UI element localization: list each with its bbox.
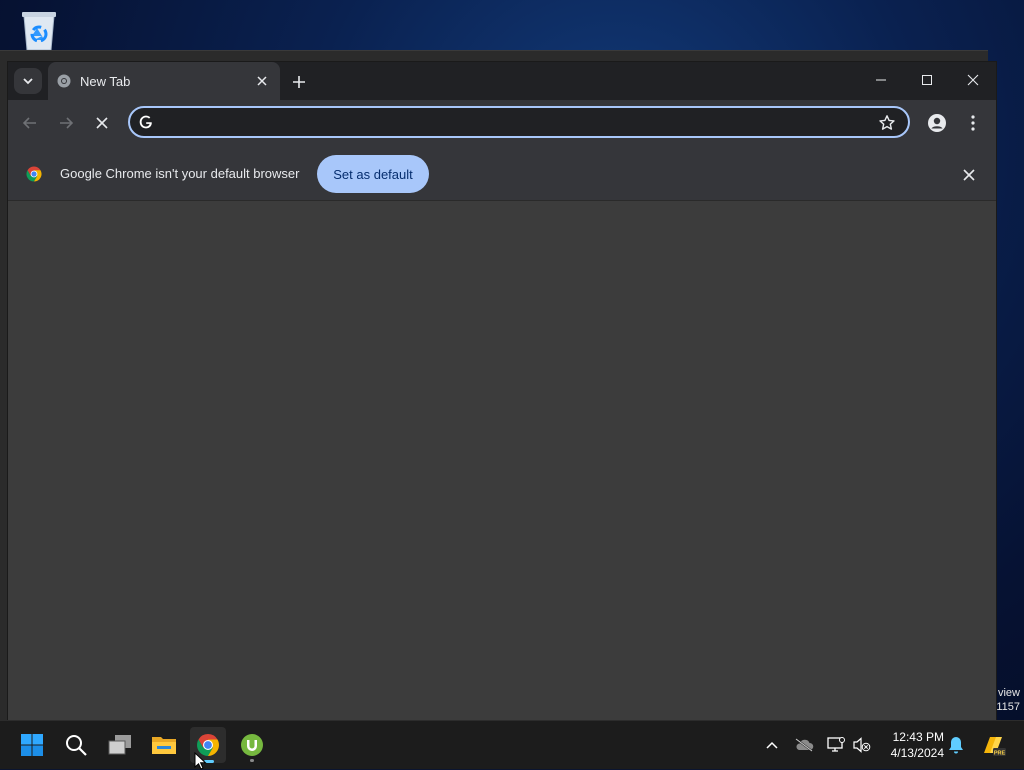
tab-new-tab[interactable]: New Tab <box>48 62 280 100</box>
mouse-cursor-icon <box>194 752 207 770</box>
show-hidden-icons-button[interactable] <box>762 735 782 755</box>
kebab-menu-icon <box>971 115 975 131</box>
stop-loading-button[interactable] <box>90 111 114 135</box>
running-indicator <box>250 759 254 762</box>
search-icon <box>66 735 87 756</box>
start-button[interactable] <box>14 727 50 763</box>
recycle-bin-icon[interactable] <box>18 6 60 52</box>
clock-time: 12:43 PM <box>892 730 944 744</box>
profile-avatar-icon <box>928 114 946 132</box>
copilot-preview-button[interactable]: PRE <box>980 735 1006 756</box>
chrome-logo-icon <box>26 166 42 182</box>
default-browser-infobar: Google Chrome isn't your default browser… <box>8 146 996 201</box>
clock[interactable]: 12:43 PM 4/13/2024 <box>872 729 944 761</box>
start-icon <box>21 734 43 756</box>
toolbar <box>8 100 996 146</box>
utorrent-taskbar-button[interactable] <box>234 727 270 763</box>
title-bar: New Tab <box>8 62 996 100</box>
plus-icon <box>293 76 305 88</box>
bookmark-star-icon[interactable] <box>878 114 896 132</box>
onedrive-tray-button[interactable] <box>794 735 814 755</box>
desktop-watermark: view 1157 <box>996 687 1020 713</box>
file-explorer-icon <box>152 737 176 754</box>
minimize-button[interactable] <box>858 62 904 98</box>
copilot-icon: PRE <box>984 737 1006 756</box>
forward-button[interactable] <box>54 111 78 135</box>
search-button[interactable] <box>58 727 94 763</box>
forward-arrow-icon <box>60 117 74 129</box>
profile-button[interactable] <box>925 111 949 135</box>
task-view-button[interactable] <box>102 727 138 763</box>
page-content <box>8 201 996 720</box>
network-tray-button[interactable] <box>826 735 846 755</box>
menu-button[interactable] <box>961 111 985 135</box>
google-g-icon <box>139 115 152 129</box>
volume-muted-icon <box>853 737 871 753</box>
chrome-window: New Tab Google Chrome isn't your default… <box>8 62 996 720</box>
maximize-button[interactable] <box>904 62 950 98</box>
back-arrow-icon <box>22 117 36 129</box>
taskbar: 12:43 PM 4/13/2024 PRE <box>0 720 1024 769</box>
chrome-favicon-icon <box>57 74 71 88</box>
close-icon <box>967 74 979 86</box>
file-explorer-button[interactable] <box>146 727 182 763</box>
minimize-icon <box>876 79 886 81</box>
tab-title: New Tab <box>80 74 131 89</box>
close-icon <box>963 169 975 181</box>
tab-search-button[interactable] <box>14 68 42 94</box>
infobar-close-button[interactable] <box>963 168 979 184</box>
cloud-offline-icon <box>795 738 814 752</box>
volume-tray-button[interactable] <box>852 735 872 755</box>
chevron-up-icon <box>766 741 778 749</box>
close-icon <box>96 117 108 129</box>
notifications-button[interactable] <box>946 735 966 755</box>
maximize-icon <box>922 75 932 85</box>
infobar-message: Google Chrome isn't your default browser <box>60 166 300 181</box>
svg-text:PRE: PRE <box>994 750 1006 756</box>
close-window-button[interactable] <box>950 62 996 98</box>
utorrent-icon <box>241 734 263 756</box>
network-icon <box>827 737 845 752</box>
new-tab-button[interactable] <box>288 71 310 93</box>
clock-date: 4/13/2024 <box>890 746 944 760</box>
tab-close-button[interactable] <box>254 73 270 89</box>
task-view-icon <box>108 735 131 755</box>
bell-icon <box>949 737 963 754</box>
address-bar[interactable] <box>128 106 910 138</box>
back-button[interactable] <box>18 111 42 135</box>
chevron-down-icon <box>23 78 33 85</box>
set-as-default-button[interactable]: Set as default <box>317 155 429 193</box>
omnibox-input[interactable] <box>162 112 866 136</box>
close-icon <box>257 76 267 86</box>
